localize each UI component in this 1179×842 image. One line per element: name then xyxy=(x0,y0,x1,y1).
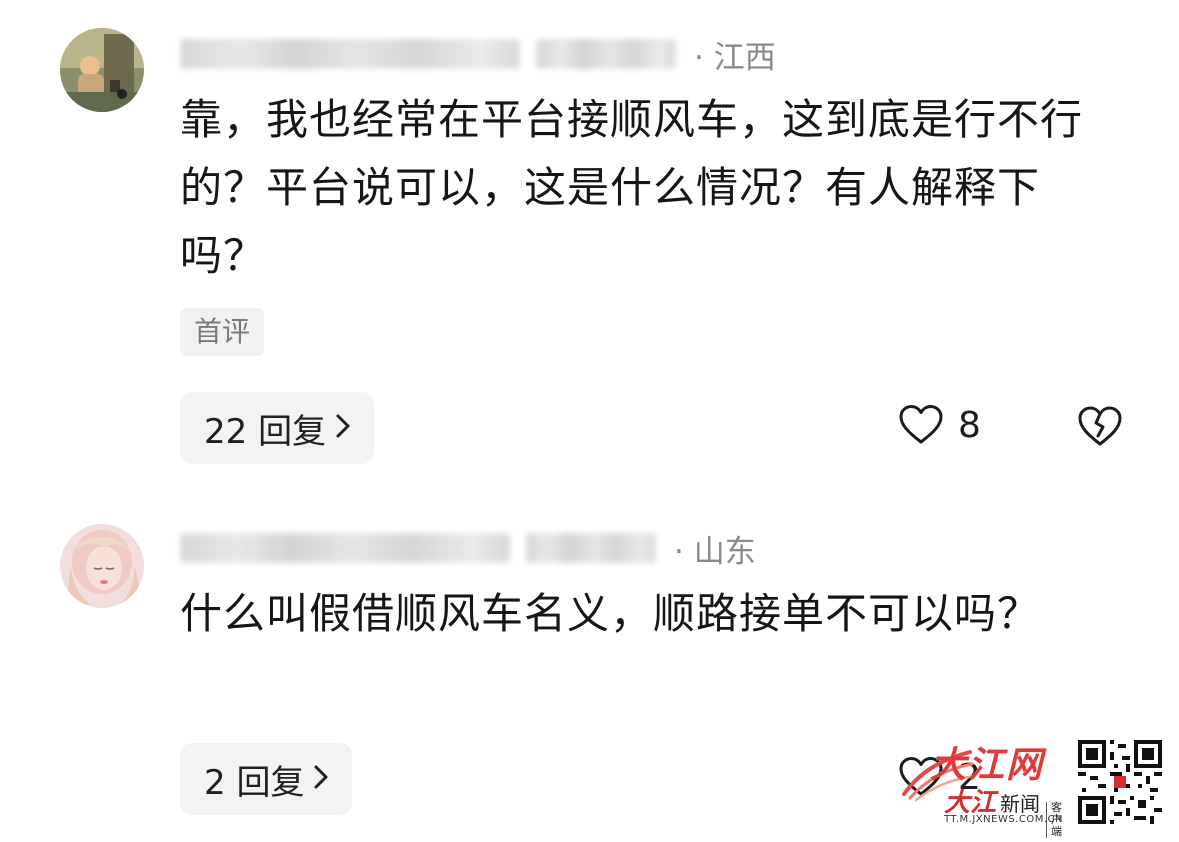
watermark-url: TT.M.JXNEWS.COM.CN xyxy=(944,814,1063,825)
timestamp-redacted xyxy=(536,39,676,69)
avatar-image-icon xyxy=(60,28,144,112)
reply-count-label: 2 回复 xyxy=(204,762,305,803)
watermark-news-label: 新闻 xyxy=(1000,792,1041,816)
comment-region: · 江西 xyxy=(694,39,776,76)
watermark-brand: 大江 新闻 客户端 xyxy=(944,782,1063,838)
comment-text: 什么叫假借顺风车名义，顺路接单不可以吗？ xyxy=(180,589,1041,638)
watermark-logo-text: 大江网 xyxy=(930,744,1045,786)
like-count: 8 xyxy=(958,404,981,446)
user-avatar[interactable] xyxy=(60,524,144,608)
view-replies-button[interactable]: 2 回复 xyxy=(180,743,353,815)
avatar-image-icon xyxy=(60,524,144,608)
comment-meta: · 江西 xyxy=(180,34,776,76)
comment-meta: · 山东 xyxy=(180,528,756,570)
reply-count-label: 22 回复 xyxy=(204,411,327,452)
username-redacted[interactable] xyxy=(180,39,520,69)
comment-region: · 山东 xyxy=(674,533,756,570)
username-redacted[interactable] xyxy=(180,533,510,563)
heart-icon xyxy=(899,405,943,444)
chevron-right-icon xyxy=(334,408,352,448)
user-avatar[interactable] xyxy=(60,28,144,112)
timestamp-redacted xyxy=(526,533,656,563)
qr-code-icon xyxy=(1078,740,1162,824)
chevron-right-icon xyxy=(312,759,330,799)
comment-text: 靠，我也经常在平台接顺风车，这到底是行不行的？平台说可以，这是什么情况？有人解释… xyxy=(180,95,1084,280)
jxnews-watermark: 大江网 大江 新闻 客户端 TT.M.JXNEWS.COM.CN xyxy=(900,736,1170,838)
view-replies-button[interactable]: 22 回复 xyxy=(180,392,375,464)
broken-heart-icon xyxy=(1078,406,1122,446)
first-comment-badge: 首评 xyxy=(180,308,265,356)
dislike-button[interactable] xyxy=(1076,404,1124,452)
like-button[interactable]: 8 xyxy=(898,404,981,446)
